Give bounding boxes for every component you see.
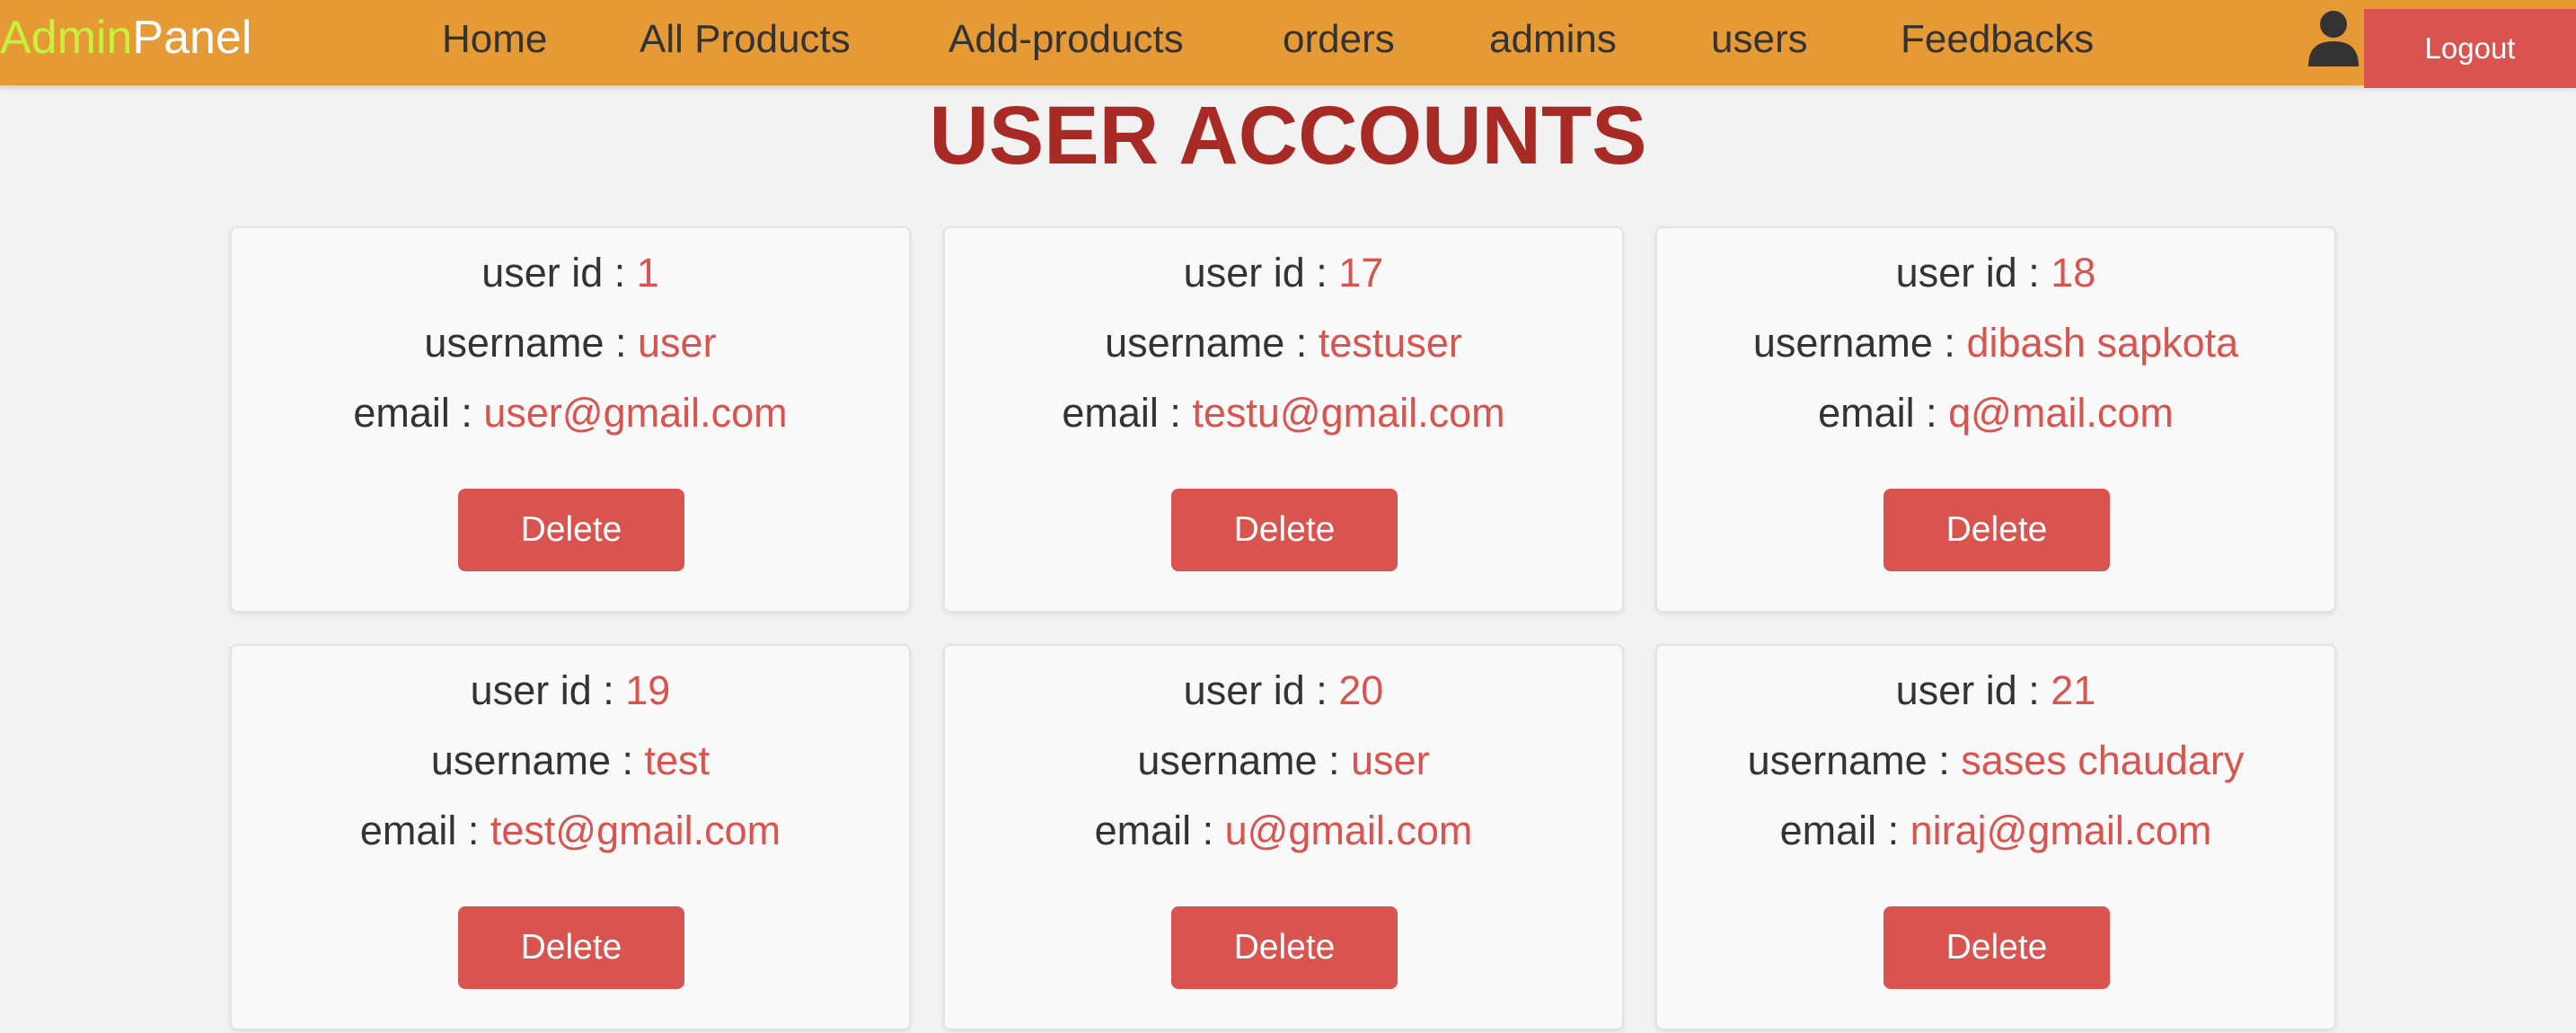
delete-button[interactable]: Delete bbox=[458, 489, 684, 571]
email-label: email : bbox=[1094, 808, 1225, 853]
email-label: email : bbox=[1062, 390, 1193, 436]
logo-text-panel: Panel bbox=[132, 12, 252, 64]
email-value: user@gmail.com bbox=[483, 390, 788, 436]
email-row: email : q@mail.com bbox=[1657, 388, 2334, 438]
user-icon[interactable] bbox=[2307, 9, 2360, 66]
nav-add-products[interactable]: Add-products bbox=[948, 13, 1184, 66]
nav-admins[interactable]: admins bbox=[1489, 13, 1617, 66]
username-label: username : bbox=[1747, 737, 1962, 783]
email-label: email : bbox=[359, 808, 490, 853]
email-value: niraj@gmail.com bbox=[1910, 808, 2212, 853]
nav-home[interactable]: Home bbox=[442, 13, 547, 66]
logo-text-admin: Admin bbox=[0, 12, 133, 64]
user-id-label: user id : bbox=[1895, 667, 2051, 713]
username-value: testuser bbox=[1318, 320, 1462, 366]
user-id-value: 20 bbox=[1338, 667, 1384, 713]
user-id-row: user id : 17 bbox=[945, 248, 1622, 298]
user-id-label: user id : bbox=[1895, 250, 2051, 296]
delete-button[interactable]: Delete bbox=[1883, 489, 2110, 571]
email-row: email : niraj@gmail.com bbox=[1657, 806, 2334, 856]
user-id-label: user id : bbox=[481, 250, 637, 296]
user-id-row: user id : 1 bbox=[232, 248, 909, 298]
email-row: email : user@gmail.com bbox=[232, 388, 909, 438]
user-card: user id : 20 username : user email : u@g… bbox=[943, 644, 1624, 1030]
email-label: email : bbox=[1818, 390, 1949, 436]
email-value: q@mail.com bbox=[1948, 390, 2174, 436]
user-id-row: user id : 21 bbox=[1657, 666, 2334, 716]
email-row: email : u@gmail.com bbox=[945, 806, 1622, 856]
user-card: user id : 17 username : testuser email :… bbox=[943, 226, 1624, 613]
username-row: username : test bbox=[232, 736, 909, 786]
nav-orders[interactable]: orders bbox=[1283, 13, 1395, 66]
email-row: email : test@gmail.com bbox=[232, 806, 909, 856]
user-id-value: 1 bbox=[636, 250, 659, 296]
email-label: email : bbox=[1779, 808, 1910, 853]
user-card: user id : 1 username : user email : user… bbox=[230, 226, 911, 613]
username-value: dibash sapkota bbox=[1966, 320, 2239, 366]
user-id-row: user id : 20 bbox=[945, 666, 1622, 716]
email-label: email : bbox=[353, 390, 484, 436]
user-id-value: 21 bbox=[2051, 667, 2096, 713]
username-row: username : user bbox=[945, 736, 1622, 786]
page-title: USER ACCOUNTS bbox=[929, 90, 1647, 181]
username-row: username : sases chaudary bbox=[1657, 736, 2334, 786]
user-id-value: 19 bbox=[625, 667, 671, 713]
user-id-label: user id : bbox=[470, 667, 626, 713]
username-row: username : testuser bbox=[945, 318, 1622, 368]
username-value: test bbox=[644, 737, 710, 783]
username-label: username : bbox=[1105, 320, 1319, 366]
username-label: username : bbox=[430, 737, 645, 783]
delete-button[interactable]: Delete bbox=[1171, 906, 1398, 989]
email-value: test@gmail.com bbox=[490, 808, 781, 853]
delete-button[interactable]: Delete bbox=[1883, 906, 2110, 989]
top-navbar: AdminPanel Home All Products Add-product… bbox=[0, 0, 2576, 88]
nav-all-products[interactable]: All Products bbox=[640, 13, 851, 66]
user-card: user id : 19 username : test email : tes… bbox=[230, 644, 911, 1030]
username-value: user bbox=[1351, 737, 1430, 783]
user-id-row: user id : 19 bbox=[232, 666, 909, 716]
delete-button[interactable]: Delete bbox=[1171, 489, 1398, 571]
user-id-value: 17 bbox=[1338, 250, 1384, 296]
username-label: username : bbox=[1752, 320, 1967, 366]
user-id-label: user id : bbox=[1183, 250, 1339, 296]
email-row: email : testu@gmail.com bbox=[945, 388, 1622, 438]
username-value: sases chaudary bbox=[1961, 737, 2245, 783]
email-value: testu@gmail.com bbox=[1192, 390, 1505, 436]
user-id-label: user id : bbox=[1183, 667, 1339, 713]
delete-button[interactable]: Delete bbox=[458, 906, 684, 989]
email-value: u@gmail.com bbox=[1224, 808, 1473, 853]
admin-panel-logo[interactable]: AdminPanel bbox=[0, 9, 251, 66]
logout-button[interactable]: Logout bbox=[2364, 9, 2576, 88]
username-label: username : bbox=[424, 320, 639, 366]
nav-feedbacks[interactable]: Feedbacks bbox=[1901, 13, 2094, 66]
user-card: user id : 18 username : dibash sapkota e… bbox=[1655, 226, 2336, 613]
nav-users[interactable]: users bbox=[1711, 13, 1808, 66]
username-value: user bbox=[638, 320, 717, 366]
user-id-row: user id : 18 bbox=[1657, 248, 2334, 298]
user-id-value: 18 bbox=[2051, 250, 2096, 296]
username-label: username : bbox=[1137, 737, 1352, 783]
username-row: username : dibash sapkota bbox=[1657, 318, 2334, 368]
username-row: username : user bbox=[232, 318, 909, 368]
user-card: user id : 21 username : sases chaudary e… bbox=[1655, 644, 2336, 1030]
